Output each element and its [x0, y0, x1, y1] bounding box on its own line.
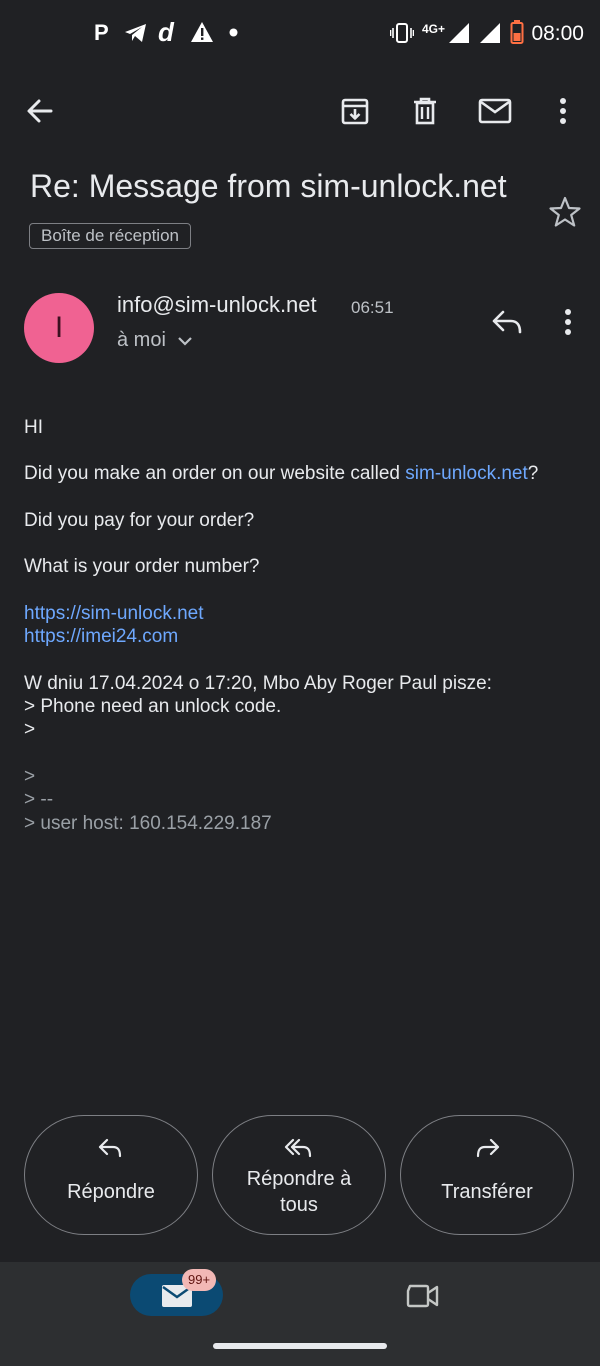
- bottom-navigation: [0, 1262, 600, 1366]
- q1-suffix: ?: [527, 463, 539, 484]
- reply-icon[interactable]: [489, 307, 525, 339]
- sim-unlock-link[interactable]: sim-unlock.net: [405, 463, 528, 484]
- recipient-label: à moi: [117, 329, 166, 351]
- reply-label: Répondre: [67, 1181, 155, 1203]
- link-sim-unlock[interactable]: https://sim-unlock.net: [24, 602, 204, 625]
- reply-button[interactable]: Répondre: [24, 1115, 198, 1235]
- q1-prefix: Did you make an order on our website cal…: [24, 463, 406, 484]
- delete-icon[interactable]: [406, 92, 444, 130]
- forward-label: Transférer: [441, 1181, 533, 1203]
- quote-line: > --: [24, 789, 54, 810]
- email-time: 06:51: [351, 298, 394, 317]
- vibrate-icon: [390, 23, 414, 43]
- recipient-toggle[interactable]: à moi: [117, 329, 193, 352]
- network-type: 4G+: [422, 22, 446, 36]
- quote-line: >: [24, 766, 36, 787]
- quote-line: > Phone need an unlock code.: [24, 696, 282, 717]
- back-arrow-icon[interactable]: [21, 92, 59, 130]
- warning-icon: [191, 22, 213, 42]
- reply-all-label-1: Répondre à: [246, 1168, 352, 1190]
- telegram-icon: [125, 24, 146, 42]
- signal-icon: [449, 23, 469, 43]
- reply-all-button[interactable]: Répondre à tous: [212, 1115, 386, 1235]
- meet-video-icon[interactable]: [406, 1282, 440, 1310]
- body-question-1: Did you make an order on our website cal…: [24, 462, 538, 485]
- sender-address[interactable]: info@sim-unlock.net: [117, 292, 317, 318]
- reply-all-label-2: tous: [280, 1194, 318, 1216]
- sender-avatar[interactable]: I: [24, 293, 94, 363]
- inbox-label-chip[interactable]: Boîte de réception: [29, 223, 191, 249]
- notification-d-icon: d: [158, 17, 174, 47]
- body-greeting: HI: [24, 417, 43, 438]
- reply-icon: [98, 1138, 122, 1158]
- quote-header: W dniu 17.04.2024 o 17:20, Mbo Aby Roger…: [24, 673, 492, 694]
- quote-line: > user host: 160.154.229.187: [24, 813, 272, 834]
- notification-p-icon: P: [94, 20, 109, 45]
- star-icon[interactable]: [548, 195, 582, 229]
- mark-unread-icon[interactable]: [476, 92, 514, 130]
- gesture-handle[interactable]: [213, 1343, 387, 1349]
- forward-icon: [476, 1138, 500, 1158]
- message-more-icon[interactable]: [558, 306, 578, 338]
- more-vert-icon[interactable]: [544, 92, 582, 130]
- status-bar: P d 4G+ 08:00: [0, 0, 600, 68]
- chevron-down-icon: [178, 336, 193, 346]
- signal-icon-2: [480, 23, 500, 43]
- battery-icon: [510, 20, 524, 44]
- quote-line: >: [24, 719, 36, 740]
- dot-icon: [229, 28, 238, 37]
- clock: 08:00: [531, 22, 584, 45]
- reply-all-icon: [284, 1138, 312, 1158]
- email-subject: Re: Message from sim-unlock.net: [30, 168, 507, 204]
- link-imei24[interactable]: https://imei24.com: [24, 625, 178, 648]
- archive-icon[interactable]: [336, 92, 374, 130]
- body-question-3: What is your order number?: [24, 556, 260, 577]
- body-question-2: Did you pay for your order?: [24, 510, 255, 531]
- unread-count-badge: 99+: [182, 1269, 217, 1291]
- forward-button[interactable]: Transférer: [400, 1115, 574, 1235]
